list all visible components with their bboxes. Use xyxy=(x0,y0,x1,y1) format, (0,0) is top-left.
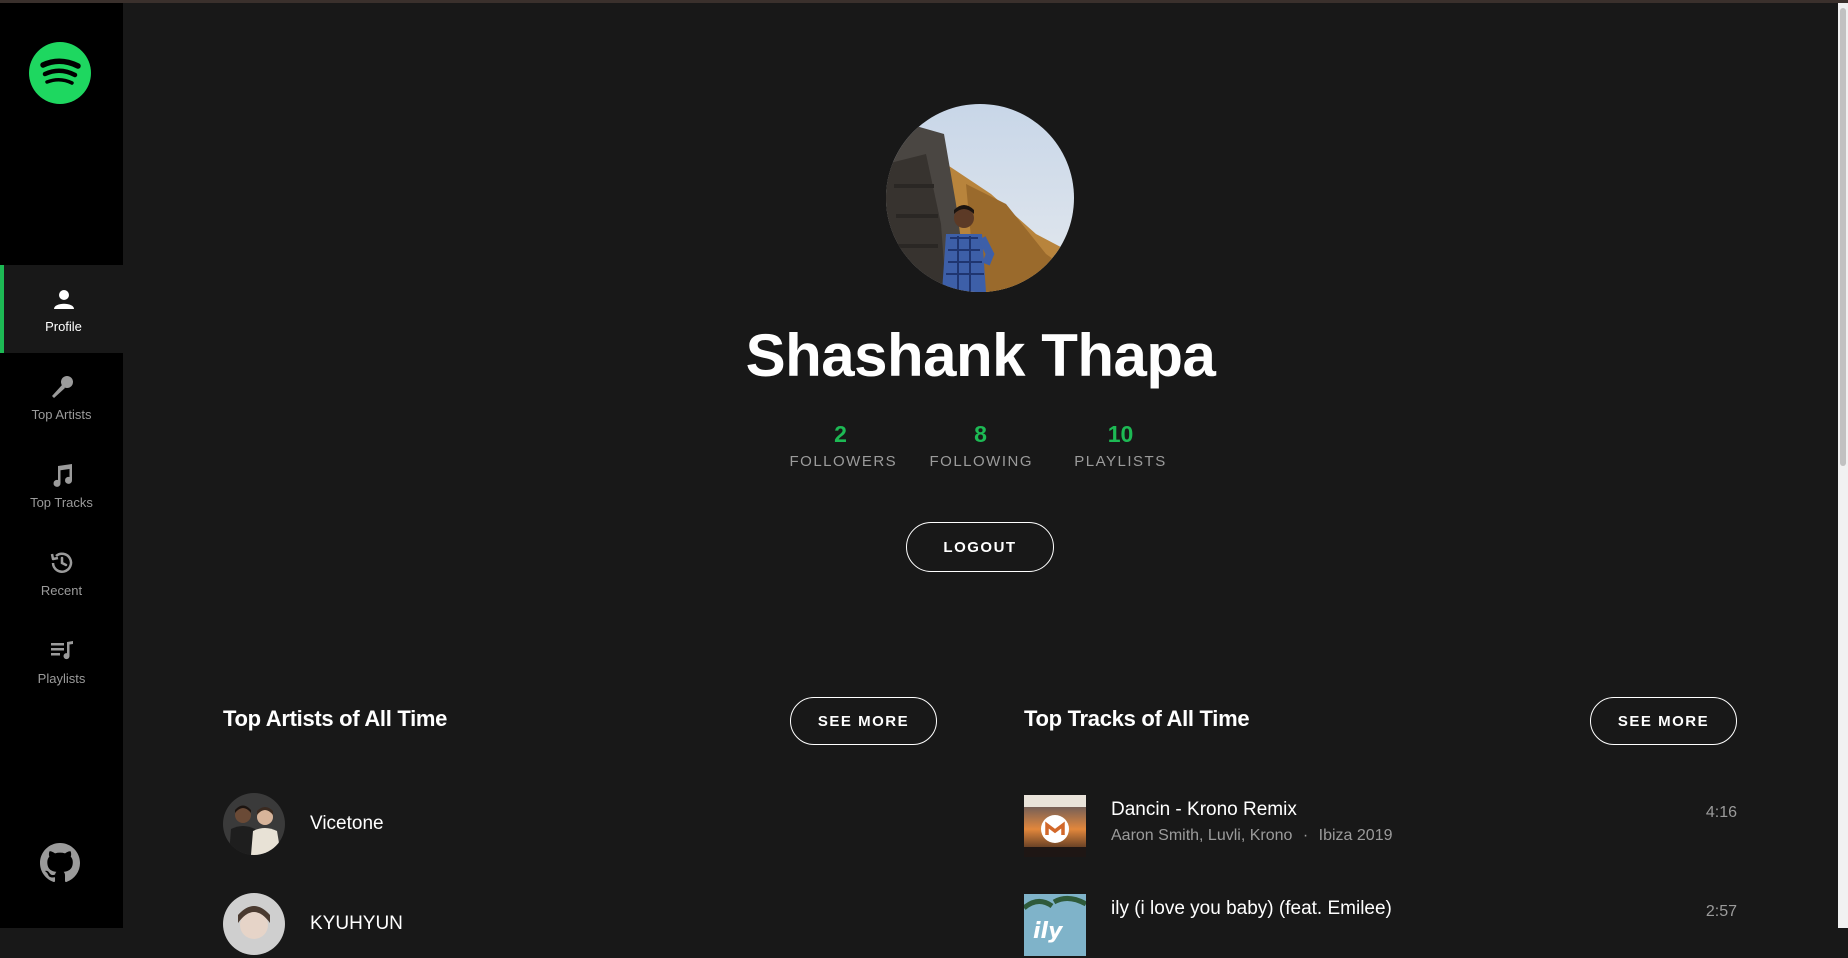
sidebar-item-profile[interactable]: Profile xyxy=(0,265,123,353)
top-artists-title: Top Artists of All Time xyxy=(223,706,448,731)
profile-stats: 2 FOLLOWERS 8 FOLLOWING 10 PLAYLISTS xyxy=(123,421,1838,470)
scrollbar-thumb[interactable] xyxy=(1840,8,1846,466)
music-note-icon xyxy=(47,460,77,490)
stat-value: 8 xyxy=(974,421,987,447)
stat-label: FOLLOWERS xyxy=(789,453,898,470)
spotify-logo-icon[interactable] xyxy=(29,42,91,104)
sidebar-item-label: Top Tracks xyxy=(30,495,93,510)
sidebar-item-label: Top Artists xyxy=(31,407,92,422)
track-meta: Aaron Smith, Luvli, Krono · Ibiza 2019 xyxy=(1111,827,1393,845)
artist-name: KYUHYUN xyxy=(310,913,403,934)
stat-value: 2 xyxy=(834,421,847,447)
see-more-tracks-button[interactable]: SEE MORE xyxy=(1590,697,1737,745)
track-artists: Aaron Smith, Luvli, Krono xyxy=(1111,827,1293,844)
sidebar-item-label: Profile xyxy=(45,319,82,334)
meta-separator: · xyxy=(1302,827,1309,844)
stat-label: PLAYLISTS xyxy=(1074,453,1167,470)
sidebar-item-top-artists[interactable]: Top Artists xyxy=(0,353,123,441)
artist-image xyxy=(223,893,285,955)
track-row[interactable]: Dancin - Krono Remix Aaron Smith, Luvli,… xyxy=(1024,795,1737,859)
playlist-icon xyxy=(47,636,77,666)
logout-button[interactable]: LOGOUT xyxy=(906,522,1054,572)
artist-image xyxy=(223,793,285,855)
profile-avatar xyxy=(886,104,1074,292)
track-duration: 2:57 xyxy=(1705,903,1737,920)
album-art xyxy=(1024,795,1086,857)
sidebar-item-recent[interactable]: Recent xyxy=(0,529,123,617)
artist-row[interactable]: Vicetone xyxy=(223,793,384,855)
track-album: Ibiza 2019 xyxy=(1318,827,1393,844)
album-art: ily xyxy=(1024,894,1086,956)
main-content: Shashank Thapa 2 FOLLOWERS 8 FOLLOWING 1… xyxy=(123,3,1838,956)
sidebar-item-top-tracks[interactable]: Top Tracks xyxy=(0,441,123,529)
artist-name: Vicetone xyxy=(310,813,384,834)
see-more-artists-button[interactable]: SEE MORE xyxy=(790,697,937,745)
sidebar-item-label: Recent xyxy=(40,583,83,598)
track-duration: 4:16 xyxy=(1705,804,1737,821)
stat-following: 8 FOLLOWING xyxy=(930,421,1032,470)
track-title: Dancin - Krono Remix xyxy=(1111,799,1297,820)
user-icon xyxy=(49,284,79,314)
stat-followers: 2 FOLLOWERS xyxy=(789,421,898,470)
track-title: ily (i love you baby) (feat. Emilee) xyxy=(1111,898,1392,919)
album-art-text: ily xyxy=(1033,919,1064,944)
profile-name: Shashank Thapa xyxy=(745,322,1216,389)
sidebar-nav: Profile Top Artists Top Tracks Recent Pl… xyxy=(0,265,123,705)
stat-label: FOLLOWING xyxy=(929,453,1034,470)
stat-playlists: 10 PLAYLISTS xyxy=(1070,421,1172,470)
track-row[interactable]: ily ily (i love you baby) (feat. Emilee)… xyxy=(1024,894,1737,958)
artist-row[interactable]: KYUHYUN xyxy=(223,893,403,955)
top-tracks-title: Top Tracks of All Time xyxy=(1024,706,1250,731)
history-icon xyxy=(47,548,77,578)
microphone-icon xyxy=(47,372,77,402)
github-icon[interactable] xyxy=(40,843,80,883)
stat-value: 10 xyxy=(1107,421,1134,447)
sidebar-item-playlists[interactable]: Playlists xyxy=(0,617,123,705)
sidebar: Profile Top Artists Top Tracks Recent Pl… xyxy=(0,3,123,928)
sidebar-item-label: Playlists xyxy=(37,671,86,686)
